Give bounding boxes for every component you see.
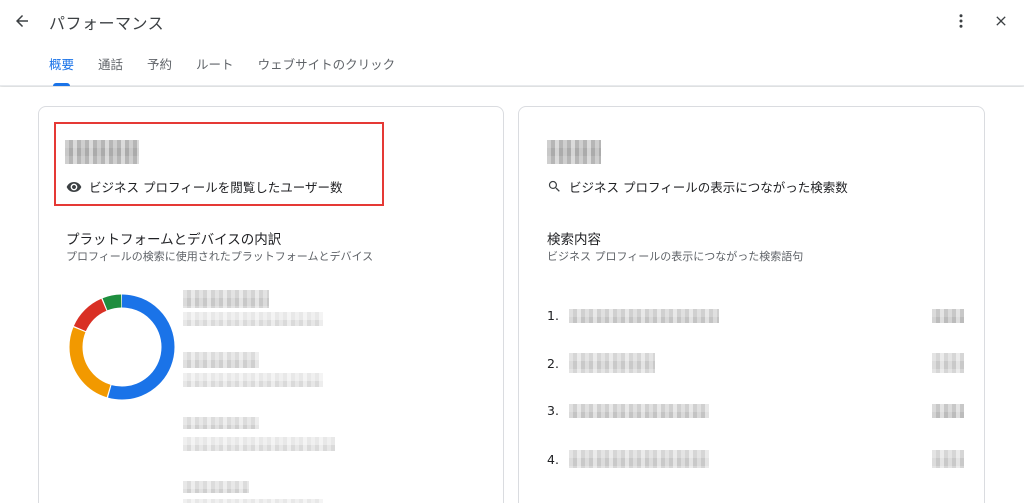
tab-overview[interactable]: 概要: [37, 48, 86, 86]
query-4-redacted: [569, 450, 709, 468]
query-rank-1: 1.: [547, 308, 559, 323]
close-icon: [996, 16, 1006, 26]
back-button[interactable]: [9, 8, 35, 34]
more-options-button[interactable]: [948, 8, 974, 34]
tab-bar: 概要 通話 予約 ルート ウェブサイトのクリック: [37, 48, 407, 86]
search-count-value-redacted: [547, 140, 601, 164]
tab-calls[interactable]: 通話: [86, 48, 135, 86]
legend-row-4-redacted: [183, 481, 249, 493]
profile-views-label: ビジネス プロフィールを閲覧したユーザー数: [66, 177, 342, 196]
close-button[interactable]: [988, 8, 1014, 34]
top-app-bar: パフォーマンス 概要 通話 予約 ルート ウェブサイトのクリック: [0, 0, 1024, 86]
search-queries-subtitle: ビジネス プロフィールの表示につながった検索語句: [547, 250, 804, 263]
main-content: ビジネス プロフィールを閲覧したユーザー数 プラットフォームとデバイスの内訳 プ…: [0, 87, 1024, 503]
search-icon: [548, 180, 560, 192]
metric-value-redacted: [65, 140, 139, 164]
legend-row-3-sub-redacted: [183, 437, 335, 451]
breakdown-subtitle: プロフィールの検索に使用されたプラットフォームとデバイス: [66, 250, 374, 263]
legend-row-4-sub-redacted: [183, 499, 323, 503]
query-rank-2: 2.: [547, 356, 559, 371]
search-count-label: ビジネス プロフィールの表示につながった検索数: [547, 177, 848, 196]
legend-row-1-sub-redacted: [183, 312, 323, 326]
arrow-back-icon: [16, 15, 28, 27]
query-rank-4: 4.: [547, 452, 559, 467]
legend-row-2-sub-redacted: [183, 373, 323, 387]
query-4-count-redacted: [932, 450, 964, 468]
eye-icon: [66, 181, 82, 192]
search-count-card: ビジネス プロフィールの表示につながった検索数 検索内容 ビジネス プロフィール…: [518, 106, 985, 503]
query-1-redacted: [569, 309, 719, 323]
query-3-redacted: [569, 404, 709, 418]
more-vert-icon: [959, 14, 963, 28]
tab-bookings[interactable]: 予約: [135, 48, 184, 86]
legend-row-2-redacted: [183, 352, 259, 368]
legend-row-1-redacted: [183, 290, 269, 308]
query-rank-3: 3.: [547, 403, 559, 418]
search-count-text: ビジネス プロフィールの表示につながった検索数: [569, 180, 848, 195]
query-3-count-redacted: [932, 404, 964, 418]
query-1-count-redacted: [932, 309, 964, 323]
tab-directions[interactable]: ルート: [184, 48, 246, 86]
breakdown-title: プラットフォームとデバイスの内訳: [66, 232, 282, 248]
profile-views-card: ビジネス プロフィールを閲覧したユーザー数 プラットフォームとデバイスの内訳 プ…: [38, 106, 504, 503]
page-title: パフォーマンス: [49, 14, 165, 33]
query-2-count-redacted: [932, 353, 964, 373]
legend-row-3-redacted: [183, 417, 259, 429]
tab-website-clicks[interactable]: ウェブサイトのクリック: [246, 48, 408, 86]
platform-donut-chart: [69, 294, 175, 400]
query-2-redacted: [569, 353, 655, 373]
profile-views-text: ビジネス プロフィールを閲覧したユーザー数: [89, 180, 343, 195]
search-queries-title: 検索内容: [547, 232, 601, 248]
